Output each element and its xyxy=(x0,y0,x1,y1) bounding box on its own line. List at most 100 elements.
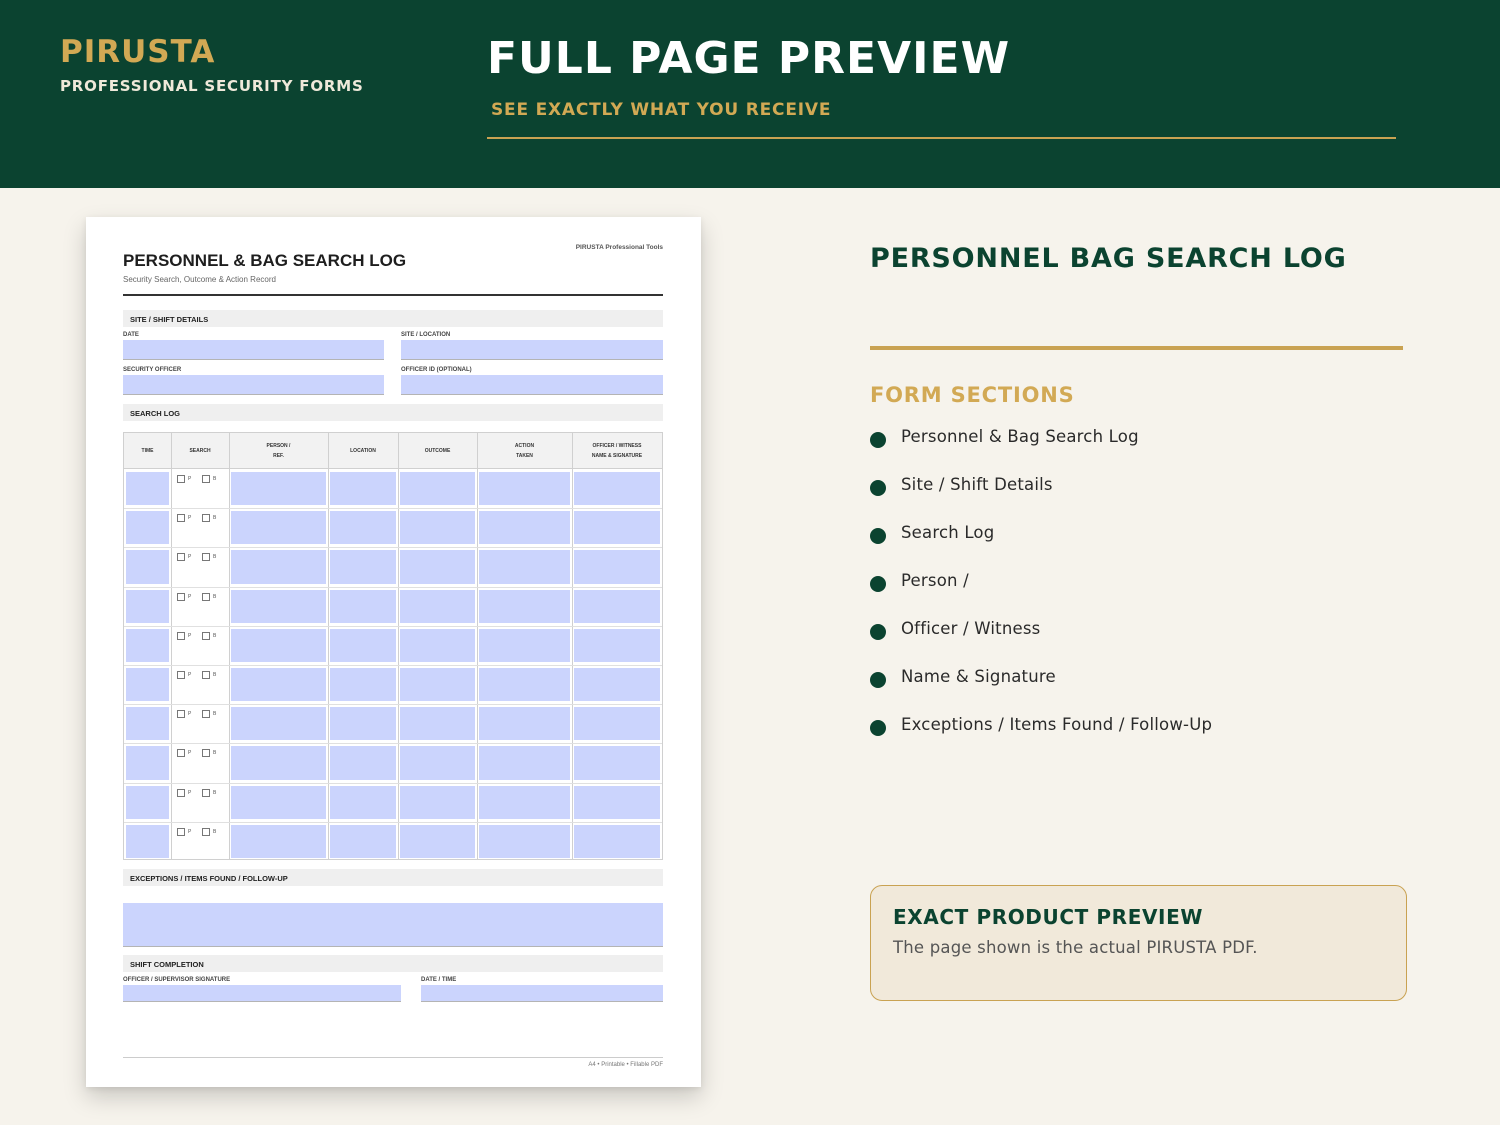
search-bag-checkbox[interactable] xyxy=(202,788,210,797)
column-header: PERSON / REF. xyxy=(266,443,291,459)
table-cell-field[interactable] xyxy=(400,707,475,741)
table-cell-field[interactable] xyxy=(479,472,570,506)
search-log-header: TIME SEARCH PERSON / REF. LOCATION OUTCOME AC… xyxy=(124,433,662,469)
table-cell-field[interactable] xyxy=(330,785,396,819)
search-bag-checkbox[interactable] xyxy=(202,827,210,836)
brand-tagline: PROFESSIONAL SECURITY FORMS xyxy=(60,77,364,95)
table-cell-field[interactable] xyxy=(330,668,396,702)
table-cell-field[interactable] xyxy=(231,550,326,584)
table-cell-field[interactable] xyxy=(574,668,660,702)
table-cell-field[interactable] xyxy=(479,668,570,702)
table-cell-field[interactable] xyxy=(231,668,326,702)
checkbox-label: B xyxy=(213,632,217,639)
date-time-field[interactable] xyxy=(421,985,663,1002)
search-bag-checkbox[interactable] xyxy=(202,631,210,640)
table-cell-field[interactable] xyxy=(479,785,570,819)
table-cell-field[interactable] xyxy=(479,550,570,584)
table-cell-field[interactable] xyxy=(126,550,169,584)
table-cell-field[interactable] xyxy=(574,746,660,780)
table-cell-field[interactable] xyxy=(400,668,475,702)
search-bag-checkbox[interactable] xyxy=(202,514,210,523)
search-bag-checkbox[interactable] xyxy=(202,475,210,483)
table-cell-field[interactable] xyxy=(574,785,660,819)
table-cell-field[interactable] xyxy=(400,628,475,662)
exceptions-field[interactable] xyxy=(123,903,663,947)
search-person-checkbox[interactable] xyxy=(177,671,185,679)
checkbox-label: P xyxy=(188,554,192,561)
table-cell-field[interactable] xyxy=(231,785,326,819)
table-cell-field[interactable] xyxy=(479,511,570,545)
table-cell-field[interactable] xyxy=(231,472,326,506)
table-cell-field[interactable] xyxy=(126,628,169,662)
table-cell-field[interactable] xyxy=(126,472,169,506)
section-site-shift: SITE / SHIFT DETAILS xyxy=(123,310,663,327)
table-cell-field[interactable] xyxy=(330,824,396,858)
table-cell-field[interactable] xyxy=(574,707,660,741)
table-cell-field[interactable] xyxy=(231,707,326,741)
table-cell-field[interactable] xyxy=(231,511,326,545)
search-bag-checkbox[interactable] xyxy=(202,749,210,758)
table-cell-field[interactable] xyxy=(330,589,396,623)
table-cell-field[interactable] xyxy=(126,824,169,858)
table-cell-field[interactable] xyxy=(330,746,396,780)
table-cell-field[interactable] xyxy=(126,707,169,741)
column-header: LOCATION xyxy=(350,448,376,454)
table-cell-field[interactable] xyxy=(400,785,475,819)
table-cell-field[interactable] xyxy=(574,589,660,623)
search-person-checkbox[interactable] xyxy=(177,749,185,758)
table-cell-field[interactable] xyxy=(479,746,570,780)
table-cell-field[interactable] xyxy=(479,824,570,858)
search-person-checkbox[interactable] xyxy=(177,631,185,640)
page-subtitle: SEE EXACTLY WHAT YOU RECEIVE xyxy=(491,100,832,120)
checkbox-label: P xyxy=(188,515,192,522)
search-person-checkbox[interactable] xyxy=(177,553,185,562)
table-cell-field[interactable] xyxy=(126,746,169,780)
table-cell-field[interactable] xyxy=(479,589,570,623)
table-cell-field[interactable] xyxy=(479,628,570,662)
table-cell-field[interactable] xyxy=(126,589,169,623)
search-person-checkbox[interactable] xyxy=(177,788,185,797)
table-cell-field[interactable] xyxy=(400,589,475,623)
table-cell-field[interactable] xyxy=(400,550,475,584)
search-bag-checkbox[interactable] xyxy=(202,710,210,719)
search-person-checkbox[interactable] xyxy=(177,827,185,836)
table-cell-field[interactable] xyxy=(400,746,475,780)
table-cell-field[interactable] xyxy=(574,511,660,545)
table-cell-field[interactable] xyxy=(574,472,660,506)
supervisor-signature-field[interactable] xyxy=(123,985,401,1002)
form-section-label: Name & Signature xyxy=(901,667,1056,686)
table-cell-field[interactable] xyxy=(400,511,475,545)
table-cell-field[interactable] xyxy=(574,550,660,584)
site-location-field[interactable] xyxy=(401,340,663,360)
column-divider xyxy=(477,433,478,859)
search-bag-checkbox[interactable] xyxy=(202,671,210,679)
search-bag-checkbox[interactable] xyxy=(202,592,210,601)
security-officer-field[interactable] xyxy=(123,375,384,395)
search-person-checkbox[interactable] xyxy=(177,710,185,719)
table-cell-field[interactable] xyxy=(231,824,326,858)
table-cell-field[interactable] xyxy=(574,628,660,662)
table-cell-field[interactable] xyxy=(231,628,326,662)
table-cell-field[interactable] xyxy=(231,589,326,623)
checkbox-label: P xyxy=(188,750,192,757)
table-cell-field[interactable] xyxy=(126,785,169,819)
table-cell-field[interactable] xyxy=(126,511,169,545)
officer-id-field[interactable] xyxy=(401,375,663,395)
table-cell-field[interactable] xyxy=(574,824,660,858)
date-field[interactable] xyxy=(123,340,384,360)
table-cell-field[interactable] xyxy=(330,628,396,662)
table-cell-field[interactable] xyxy=(330,511,396,545)
table-cell-field[interactable] xyxy=(479,707,570,741)
search-person-checkbox[interactable] xyxy=(177,475,185,483)
table-cell-field[interactable] xyxy=(330,707,396,741)
table-cell-field[interactable] xyxy=(400,472,475,506)
table-cell-field[interactable] xyxy=(330,550,396,584)
table-cell-field[interactable] xyxy=(330,472,396,506)
search-person-checkbox[interactable] xyxy=(177,592,185,601)
table-cell-field[interactable] xyxy=(400,824,475,858)
table-cell-field[interactable] xyxy=(126,668,169,702)
table-cell-field[interactable] xyxy=(231,746,326,780)
search-person-checkbox[interactable] xyxy=(177,514,185,523)
search-bag-checkbox[interactable] xyxy=(202,553,210,562)
label-date-time: DATE / TIME xyxy=(421,977,457,983)
